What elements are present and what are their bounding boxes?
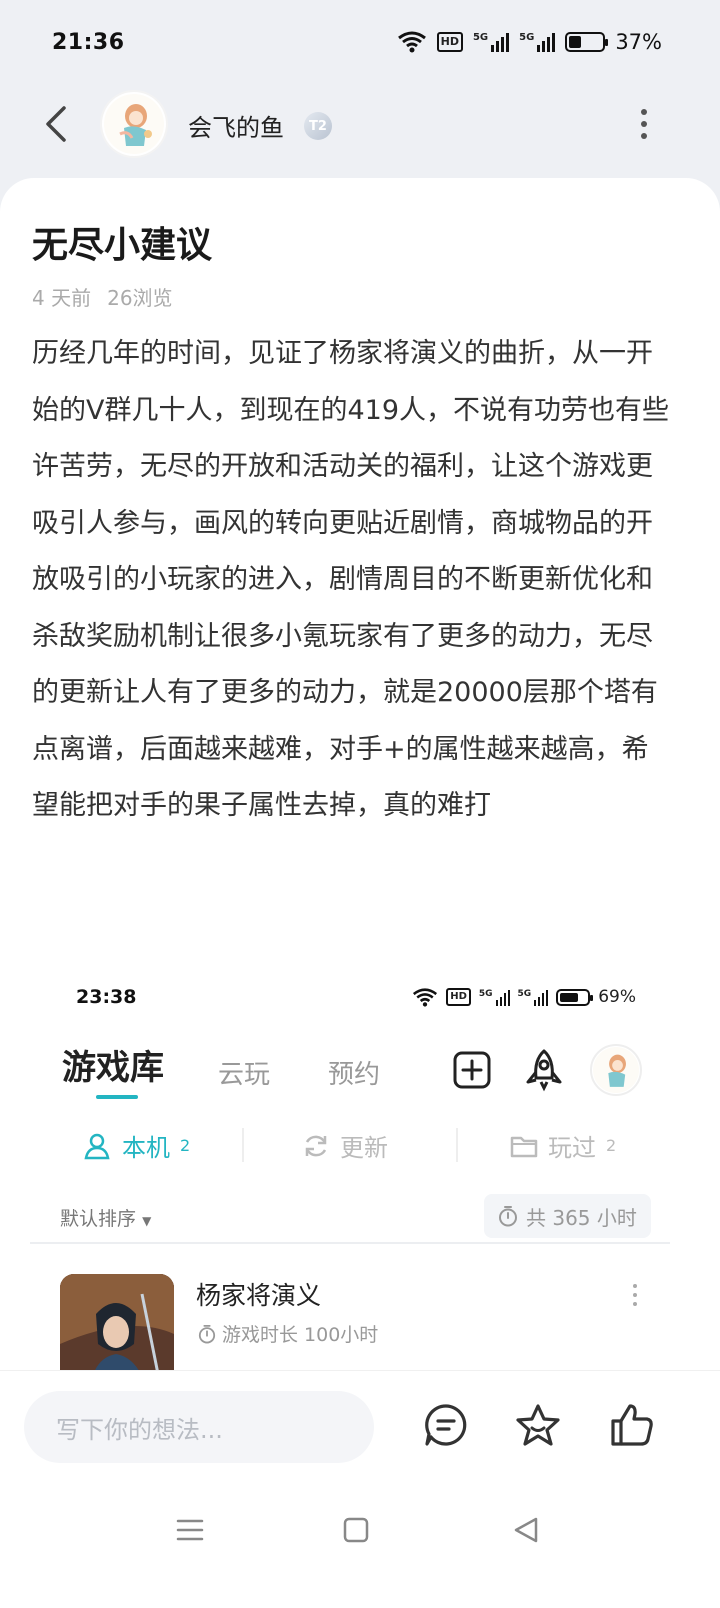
signal-label: 5G bbox=[517, 988, 532, 999]
subtab-label: 玩过 bbox=[548, 1134, 596, 1162]
subtab-label: 本机 bbox=[122, 1134, 170, 1162]
game-cover-art bbox=[60, 1274, 174, 1370]
battery-icon bbox=[565, 32, 609, 52]
thumbs-up-icon bbox=[611, 1404, 653, 1446]
favorite-button[interactable] bbox=[512, 1399, 564, 1451]
wifi-icon bbox=[397, 31, 427, 53]
battery-percent: 69% bbox=[598, 987, 636, 1007]
post-header: 会飞的鱼 T2 bbox=[0, 90, 720, 160]
signal-label: 5G bbox=[519, 32, 535, 43]
status-time: 21:36 bbox=[52, 29, 125, 55]
image-status-icons: HD 5G 5G 69% bbox=[412, 987, 636, 1007]
timer-icon bbox=[198, 1324, 216, 1343]
comment-icon bbox=[425, 1404, 467, 1446]
post-time: 4 天前 bbox=[32, 286, 92, 310]
menu-icon bbox=[176, 1519, 204, 1541]
tab-reserve[interactable]: 预约 bbox=[328, 1054, 380, 1091]
post-title: 无尽小建议 bbox=[32, 225, 213, 266]
total-hours: 共 365 小时 bbox=[526, 1205, 637, 1230]
game-playtime: 游戏时长 100小时 bbox=[198, 1320, 378, 1347]
avatar-illustration bbox=[104, 94, 164, 154]
subtab-label: 更新 bbox=[340, 1134, 388, 1162]
avatar-illustration bbox=[593, 1047, 639, 1093]
back-nav-button[interactable] bbox=[506, 1510, 546, 1550]
caret-down-icon: ▼ bbox=[142, 1214, 152, 1228]
battery-icon bbox=[556, 988, 594, 1006]
menu-button[interactable] bbox=[170, 1510, 210, 1550]
back-arrow-icon bbox=[46, 106, 66, 142]
system-nav-bar bbox=[0, 1480, 720, 1608]
back-button[interactable] bbox=[36, 104, 76, 144]
rocket-icon[interactable] bbox=[522, 1048, 566, 1092]
bottom-action-bar: 写下你的想法... bbox=[0, 1370, 720, 1480]
signal-icon: 5G bbox=[519, 32, 556, 52]
game-cover-image bbox=[60, 1274, 174, 1370]
avatar[interactable] bbox=[102, 92, 166, 156]
subtab-update[interactable]: 更新 bbox=[302, 1128, 388, 1163]
battery-fill bbox=[560, 992, 579, 1002]
status-bar: 21:36 HD 5G 5G 37% bbox=[0, 0, 720, 84]
hd-badge: HD bbox=[436, 32, 463, 52]
post-image[interactable]: 23:38 HD 5G 5G 69% 游戏库 云玩 预约 本机 2 更新 玩过 … bbox=[30, 966, 670, 1370]
tab-game-library[interactable]: 游戏库 bbox=[62, 1040, 164, 1089]
home-button[interactable] bbox=[336, 1510, 376, 1550]
signal-label: 5G bbox=[478, 988, 493, 999]
signal-label: 5G bbox=[472, 32, 489, 43]
sort-row: 默认排序 ▼ 共 365 小时 bbox=[30, 1188, 670, 1244]
battery-fill bbox=[569, 36, 582, 48]
subtab-played[interactable]: 玩过 2 bbox=[510, 1128, 616, 1163]
more-vertical-icon[interactable] bbox=[630, 106, 658, 142]
wifi-icon bbox=[413, 987, 438, 1007]
tab-cloud-play[interactable]: 云玩 bbox=[218, 1054, 270, 1091]
image-status-time: 23:38 bbox=[76, 986, 137, 1008]
post-card: 无尽小建议 4 天前 26浏览 历经几年的时间，见证了杨家将演义的曲折，从一开始的… bbox=[0, 178, 720, 1370]
signal-icon: 5G bbox=[479, 989, 510, 1006]
refresh-icon bbox=[305, 1135, 327, 1156]
signal-icon: 5G bbox=[518, 989, 549, 1006]
library-tabs: 游戏库 云玩 预约 bbox=[62, 1034, 642, 1104]
game-list-item[interactable]: 杨家将演义 游戏时长 100小时 bbox=[30, 1246, 670, 1370]
like-button[interactable] bbox=[606, 1399, 658, 1451]
image-status-bar: 23:38 HD 5G 5G 69% bbox=[76, 986, 636, 1008]
folder-icon bbox=[510, 1136, 538, 1157]
user-icon bbox=[84, 1133, 110, 1159]
back-triangle-icon bbox=[514, 1517, 538, 1543]
add-square-icon[interactable] bbox=[452, 1050, 492, 1090]
post-meta: 4 天前 26浏览 bbox=[32, 282, 173, 311]
comment-input[interactable]: 写下你的想法... bbox=[24, 1391, 374, 1463]
game-playtime-text: 游戏时长 100小时 bbox=[222, 1324, 379, 1346]
divider bbox=[242, 1128, 244, 1162]
hd-badge: HD bbox=[446, 988, 471, 1006]
star-icon bbox=[516, 1404, 560, 1446]
timer-icon bbox=[499, 1206, 517, 1227]
subtab-count: 2 bbox=[606, 1136, 617, 1155]
library-subtabs: 本机 2 更新 玩过 2 bbox=[30, 1120, 670, 1168]
username[interactable]: 会飞的鱼 bbox=[188, 108, 284, 143]
game-name: 杨家将演义 bbox=[196, 1281, 322, 1310]
status-icons: HD 5G 5G 37% bbox=[397, 30, 662, 54]
total-hours-badge: 共 365 小时 bbox=[484, 1194, 651, 1238]
sort-dropdown[interactable]: 默认排序 ▼ bbox=[60, 1204, 151, 1231]
active-tab-indicator bbox=[96, 1095, 138, 1099]
divider bbox=[456, 1128, 458, 1162]
more-vertical-icon[interactable] bbox=[630, 1284, 640, 1312]
sort-label: 默认排序 bbox=[60, 1208, 137, 1230]
comment-button[interactable] bbox=[420, 1399, 472, 1451]
avatar[interactable] bbox=[590, 1044, 642, 1096]
subtab-local[interactable]: 本机 2 bbox=[82, 1128, 190, 1163]
level-badge: T2 bbox=[304, 112, 332, 140]
post-views: 26浏览 bbox=[107, 286, 173, 310]
subtab-count: 2 bbox=[180, 1136, 191, 1155]
signal-icon: 5G bbox=[472, 32, 510, 52]
home-square-icon bbox=[343, 1517, 369, 1543]
post-body: 历经几年的时间，见证了杨家将演义的曲折，从一开始的V群几十人，到现在的419人，… bbox=[32, 338, 670, 821]
battery-percent: 37% bbox=[615, 30, 662, 54]
